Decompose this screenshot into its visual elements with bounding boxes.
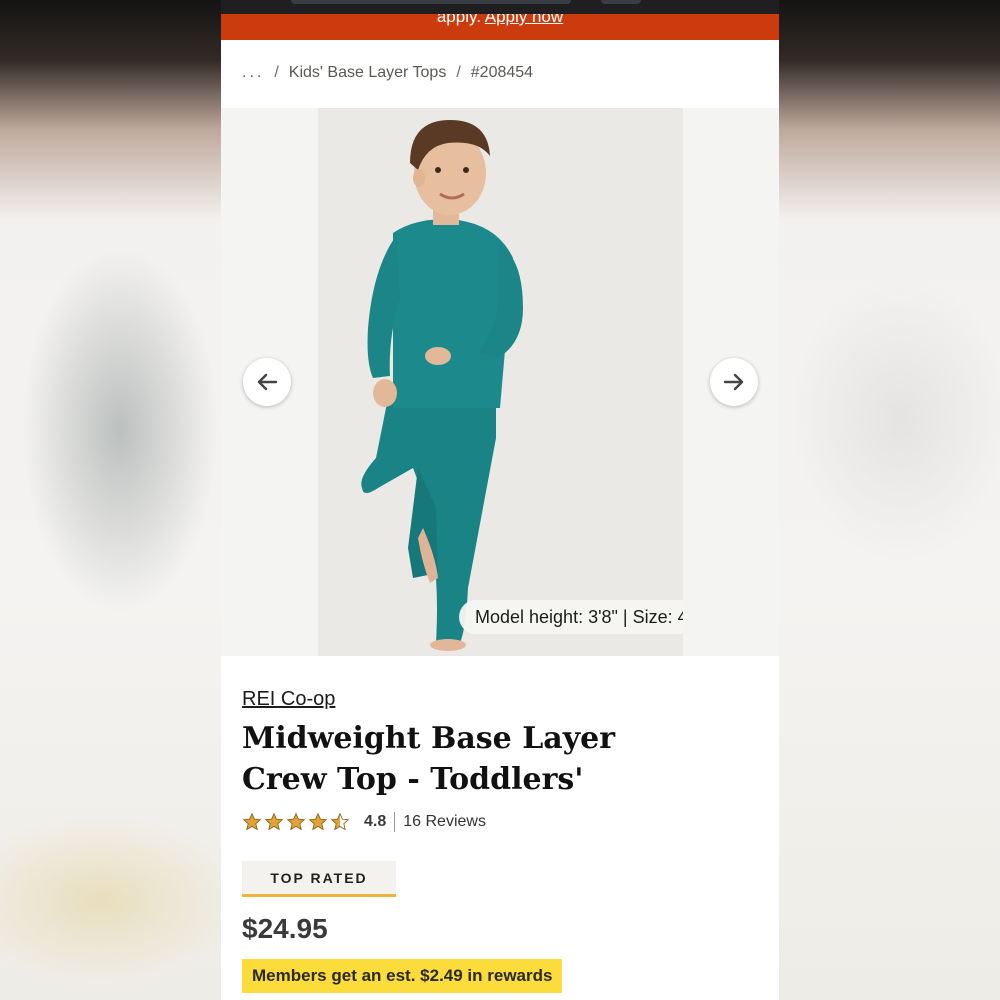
star-full-icon xyxy=(242,812,262,831)
product-title-line1: Midweight Base Layer xyxy=(242,721,616,756)
star-half-icon xyxy=(330,812,350,831)
next-image-button[interactable] xyxy=(710,358,758,406)
top-rated-badge: TOP RATED xyxy=(242,861,396,897)
star-full-icon xyxy=(286,812,306,831)
star-full-icon xyxy=(264,812,284,831)
breadcrumb-separator: / xyxy=(456,64,461,81)
product-title-line2: Crew Top - Toddlers' xyxy=(242,762,584,797)
arrow-left-icon xyxy=(257,373,278,391)
reviews-link[interactable]: 16 Reviews xyxy=(403,813,486,831)
product-price: $24.95 xyxy=(242,913,328,944)
rating-value: 4.8 xyxy=(364,813,387,830)
breadcrumb-item-id: #208454 xyxy=(470,64,534,81)
address-bar-edge xyxy=(291,0,571,4)
star-rating xyxy=(242,812,350,832)
breadcrumb-ellipsis[interactable]: ... xyxy=(242,64,264,82)
model-size-caption: Model height: 3'8" | Size: 4 T xyxy=(459,600,683,634)
member-rewards-banner: Members get an est. $2.49 in rewards xyxy=(242,959,563,993)
rating-divider xyxy=(394,812,396,832)
toolbar-button-edge xyxy=(601,0,641,4)
apply-now-link[interactable]: Apply now xyxy=(485,14,563,26)
mobile-page: apply. Apply now ... / Kids' Base Layer … xyxy=(221,0,779,1000)
rating-summary[interactable]: 4.8 16 Reviews xyxy=(242,812,486,832)
child-model-illustration xyxy=(318,108,683,656)
breadcrumb: ... / Kids' Base Layer Tops / #208454 xyxy=(242,64,533,82)
star-full-icon xyxy=(308,812,328,831)
browser-top-bar xyxy=(221,0,779,14)
breadcrumb-separator: / xyxy=(274,64,279,81)
breadcrumb-category[interactable]: Kids' Base Layer Tops xyxy=(289,64,447,82)
previous-image-button[interactable] xyxy=(243,358,291,406)
product-title: Midweight Base Layer Crew Top - Toddlers… xyxy=(242,718,642,800)
product-image-gallery[interactable]: Model height: 3'8" | Size: 4 T xyxy=(221,108,779,656)
promo-banner: apply. Apply now xyxy=(221,14,779,40)
promo-text: apply. xyxy=(436,14,481,26)
arrow-right-icon xyxy=(723,373,744,391)
brand-link[interactable]: REI Co-op xyxy=(242,688,335,711)
product-photo[interactable]: Model height: 3'8" | Size: 4 T xyxy=(318,108,683,656)
